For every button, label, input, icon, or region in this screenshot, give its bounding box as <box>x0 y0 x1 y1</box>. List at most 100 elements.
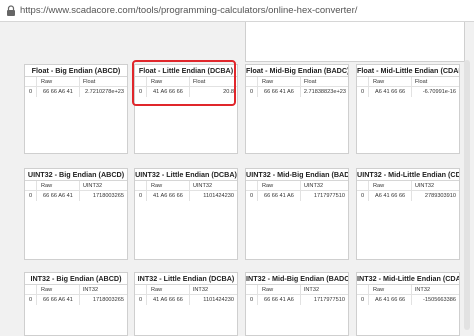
col-header-value: INT32 <box>303 287 320 293</box>
table-row: 0 66 66 A6 41 1718003265 <box>25 191 127 201</box>
row-index: 0 <box>135 295 147 305</box>
value-cell: 1101424230 <box>203 297 234 303</box>
row-index: 0 <box>357 295 369 305</box>
raw-cell: A6 41 66 66 <box>369 295 412 305</box>
panel-float-mid-big-endian: Float - Mid-Big Endian (BADC) Raw Float 0… <box>245 64 349 154</box>
value-cell: 1717977510 <box>313 193 345 199</box>
hex-input-textarea[interactable] <box>245 22 465 62</box>
panel-int32-big-endian: INT32 - Big Endian (ABCD) Raw INT32 0 66 6… <box>24 272 128 336</box>
panel-title: INT32 - Little Endian (DCBA) <box>137 274 235 283</box>
highlight-box <box>132 60 236 106</box>
value-cell: -6.70991e-16 <box>422 89 456 95</box>
col-header-raw: Raw <box>258 181 301 190</box>
panel-uint32-little-endian: UINT32 - Little Endian (DCBA) Raw UINT32 … <box>134 168 238 260</box>
table-row: 0 66 66 A6 41 1718003265 <box>25 295 127 305</box>
raw-cell: 41 A6 66 66 <box>147 191 190 201</box>
table-row: 0 66 66 A6 41 2.7210278e+23 <box>25 87 127 97</box>
url-text[interactable]: https://www.scadacore.com/tools/programm… <box>20 5 357 16</box>
col-header-value: UINT32 <box>414 183 435 189</box>
result-table: Raw Float 0 66 66 A6 41 2.7210278e+23 <box>25 76 127 97</box>
raw-cell: 66 66 A6 41 <box>37 87 80 97</box>
value-cell: 2.71838823e+23 <box>303 89 346 95</box>
panel-title: INT32 - Mid-Little Endian (CDAB) <box>357 274 459 283</box>
result-table: Raw INT32 0 41 A6 66 66 1101424230 <box>135 284 237 305</box>
raw-cell: A6 41 66 66 <box>369 191 412 201</box>
table-row: 0 41 A6 66 66 1101424230 <box>135 191 237 201</box>
value-cell: 1101424230 <box>203 193 234 199</box>
value-cell: 1718003265 <box>92 193 124 199</box>
panel-title: Float - Big Endian (ABCD) <box>31 66 121 75</box>
row-index: 0 <box>135 191 147 201</box>
value-cell: 2.7210278e+23 <box>84 89 124 95</box>
panel-uint32-mid-little-endian: UINT32 - Mid-Little Endian (CDAB) RawUIN… <box>356 168 460 260</box>
result-table: Raw Float 0 66 66 41 A6 2.71838823e+23 <box>246 76 348 97</box>
col-header-raw: Raw <box>369 77 412 86</box>
col-header-value: INT32 <box>192 287 209 293</box>
col-header-raw: Raw <box>37 181 80 190</box>
address-bar[interactable]: https://www.scadacore.com/tools/programm… <box>0 0 474 22</box>
panel-int32-little-endian: INT32 - Little Endian (DCBA) Raw INT32 04… <box>134 272 238 336</box>
col-header-value: UINT32 <box>82 183 103 189</box>
value-cell: 2789303910 <box>424 193 456 199</box>
row-index: 0 <box>246 191 258 201</box>
raw-cell: A6 41 66 66 <box>369 87 412 97</box>
result-table: Raw UINT32 0 66 66 A6 41 1718003265 <box>25 180 127 201</box>
value-cell: 1718003265 <box>92 297 124 303</box>
panel-int32-mid-big-endian: INT32 - Mid-Big Endian (BADC) Raw INT32 0… <box>245 272 349 336</box>
row-index: 0 <box>25 87 37 97</box>
row-index: 0 <box>25 295 37 305</box>
row-index: 0 <box>25 191 37 201</box>
panel-title: UINT32 - Mid-Big Endian (BADC) <box>246 170 348 179</box>
col-header-raw: Raw <box>369 285 412 294</box>
raw-cell: 66 66 41 A6 <box>258 191 301 201</box>
col-header-value: INT32 <box>414 287 431 293</box>
panel-title: INT32 - Big Endian (ABCD) <box>30 274 122 283</box>
result-table: Raw INT32 0 66 66 A6 41 1718003265 <box>25 284 127 305</box>
col-header-raw: Raw <box>147 181 190 190</box>
result-table: Raw INT32 0 A6 41 66 66 -1505663386 <box>357 284 459 305</box>
row-index: 0 <box>357 87 369 97</box>
panel-uint32-mid-big-endian: UINT32 - Mid-Big Endian (BADC) Raw UINT32… <box>245 168 349 260</box>
panel-title: UINT32 - Mid-Little Endian (CDAB) <box>357 170 459 179</box>
row-index: 0 <box>246 87 258 97</box>
panel-title: INT32 - Mid-Big Endian (BADC) <box>246 274 348 283</box>
raw-cell: 66 66 41 A6 <box>258 87 301 97</box>
col-header-value: Float <box>303 79 317 85</box>
col-header-value: UINT32 <box>303 183 324 189</box>
table-row: 0 A6 41 66 66 2789303910 <box>357 191 459 201</box>
col-header-raw: Raw <box>369 181 412 190</box>
col-header-raw: Raw <box>258 77 301 86</box>
col-header-raw: Raw <box>37 285 80 294</box>
row-index: 0 <box>357 191 369 201</box>
panel-title: Float - Mid-Little Endian (CDAB) <box>357 66 459 75</box>
panel-uint32-big-endian: UINT32 - Big Endian (ABCD) Raw UINT32 0 66… <box>24 168 128 260</box>
panel-float-mid-little-endian: Float - Mid-Little Endian (CDAB) Raw Floa… <box>356 64 460 154</box>
panel-float-big-endian: Float - Big Endian (ABCD) Raw Float 0 66 6… <box>24 64 128 154</box>
lock-icon[interactable] <box>6 4 16 17</box>
col-header-value: INT32 <box>82 287 99 293</box>
table-row: 0 66 66 41 A6 1717977510 <box>246 191 348 201</box>
result-table: Raw UINT32 0 66 66 41 A6 1717977510 <box>246 180 348 201</box>
panel-title: UINT32 - Little Endian (DCBA) <box>135 170 237 179</box>
table-row: 0 A6 41 66 66 -1505663386 <box>357 295 459 305</box>
row-index: 0 <box>246 295 258 305</box>
col-header-raw: Raw <box>147 285 190 294</box>
result-table: Raw Float 0 A6 41 66 66 -6.70991e-16 <box>357 76 459 97</box>
raw-cell: 66 66 A6 41 <box>37 191 80 201</box>
panel-title: UINT32 - Big Endian (ABCD) <box>27 170 125 179</box>
table-row: 0 A6 41 66 66 -6.70991e-16 <box>357 87 459 97</box>
result-table: Raw UINT32 0 A6 41 66 66 2789303910 <box>357 180 459 201</box>
panel-int32-mid-little-endian: INT32 - Mid-Little Endian (CDAB) Raw INT3… <box>356 272 460 336</box>
page-scrollbar[interactable] <box>464 60 470 330</box>
col-header-value: Float <box>414 79 428 85</box>
col-header-raw: Raw <box>37 77 80 86</box>
result-table: Raw UINT32 0 41 A6 66 66 1101424230 <box>135 180 237 201</box>
raw-cell: 66 66 41 A6 <box>258 295 301 305</box>
raw-cell: 41 A6 66 66 <box>147 295 190 305</box>
raw-cell: 66 66 A6 41 <box>37 295 80 305</box>
table-row: 0 66 66 41 A6 1717977510 <box>246 295 348 305</box>
value-cell: -1505663386 <box>423 297 456 303</box>
table-row: 0 66 66 41 A6 2.71838823e+23 <box>246 87 348 97</box>
result-table: Raw INT32 0 66 66 41 A6 1717977510 <box>246 284 348 305</box>
table-row: 0 41 A6 66 66 1101424230 <box>135 295 237 305</box>
